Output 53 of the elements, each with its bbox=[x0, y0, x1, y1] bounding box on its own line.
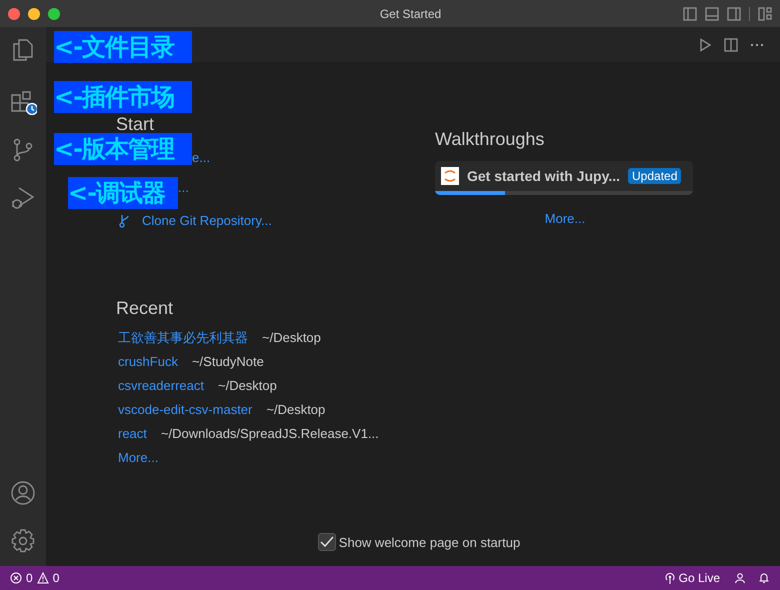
more-actions-icon[interactable] bbox=[750, 42, 764, 46]
walkthrough-title: Get started with Jupy... bbox=[467, 166, 620, 186]
folder-path: ~/Desktop bbox=[218, 377, 277, 396]
extensions-icon[interactable] bbox=[9, 89, 37, 115]
git-branch-icon bbox=[118, 214, 130, 228]
checkbox[interactable] bbox=[318, 533, 336, 552]
more-link[interactable]: More... bbox=[116, 446, 435, 470]
checkbox-label: Show welcome page on startup bbox=[338, 534, 520, 552]
play-icon[interactable] bbox=[698, 38, 712, 52]
annotation-label: <-版本管理 bbox=[54, 133, 192, 165]
bell-icon[interactable] bbox=[758, 572, 770, 584]
customize-layout-icon[interactable] bbox=[758, 6, 772, 20]
toggle-panel-icon[interactable] bbox=[705, 6, 719, 20]
toggle-secondary-sidebar-icon[interactable] bbox=[727, 6, 741, 20]
settings-icon[interactable] bbox=[10, 528, 36, 554]
walkthrough-card[interactable]: Get started with Jupy... Updated bbox=[435, 161, 693, 195]
recent-folder-link[interactable]: react bbox=[118, 424, 147, 444]
more-link[interactable]: More... bbox=[544, 209, 586, 228]
updated-badge: Updated bbox=[628, 168, 682, 184]
recent-folder-link[interactable]: csvreaderreact bbox=[118, 376, 204, 396]
split-editor-icon[interactable] bbox=[724, 38, 738, 52]
window-title: Get Started bbox=[380, 6, 442, 22]
notebook-logo-icon bbox=[441, 167, 459, 185]
broadcast-icon[interactable] bbox=[664, 572, 676, 584]
minimize-button[interactable] bbox=[28, 8, 40, 20]
person-icon[interactable] bbox=[734, 572, 746, 584]
recent-folder-link[interactable]: crushFuck bbox=[118, 352, 178, 372]
go-live-button[interactable]: Go Live bbox=[678, 569, 720, 587]
walkthroughs-heading: Walkthroughs bbox=[435, 128, 546, 151]
folder-path: ~/StudyNote bbox=[192, 353, 264, 372]
error-icon[interactable] bbox=[10, 572, 22, 584]
account-icon[interactable] bbox=[10, 480, 36, 506]
start-link[interactable]: e... bbox=[192, 148, 210, 168]
annotation-label: <-文件目录 bbox=[54, 31, 192, 63]
warning-icon[interactable] bbox=[36, 572, 49, 584]
folder-path: ~/Desktop bbox=[262, 329, 321, 348]
recent-folder-link[interactable]: vscode-edit-csv-master bbox=[118, 400, 252, 420]
zoom-button[interactable] bbox=[48, 8, 60, 20]
recent-heading: Recent bbox=[116, 297, 174, 320]
warning-count[interactable]: 0 bbox=[52, 569, 60, 587]
folder-path: ~/Desktop bbox=[266, 401, 326, 420]
annotation-label: <-调试器 bbox=[68, 177, 178, 209]
toggle-sidebar-icon[interactable] bbox=[683, 6, 697, 20]
start-heading: Start bbox=[116, 115, 156, 133]
error-count[interactable]: 0 bbox=[26, 569, 33, 587]
run-debug-icon[interactable] bbox=[10, 185, 36, 211]
close-button[interactable] bbox=[8, 8, 20, 20]
annotation-label: <-插件市场 bbox=[54, 81, 192, 113]
recent-folder-link[interactable]: 工欲善其事必先利其器 bbox=[118, 328, 248, 348]
start-link[interactable]: Clone Git Repository... bbox=[142, 211, 272, 231]
start-link[interactable]: ... bbox=[178, 178, 189, 198]
checkmark-icon bbox=[320, 536, 334, 548]
folder-path: ~/Downloads/SpreadJS.Release.V1... bbox=[160, 425, 379, 444]
